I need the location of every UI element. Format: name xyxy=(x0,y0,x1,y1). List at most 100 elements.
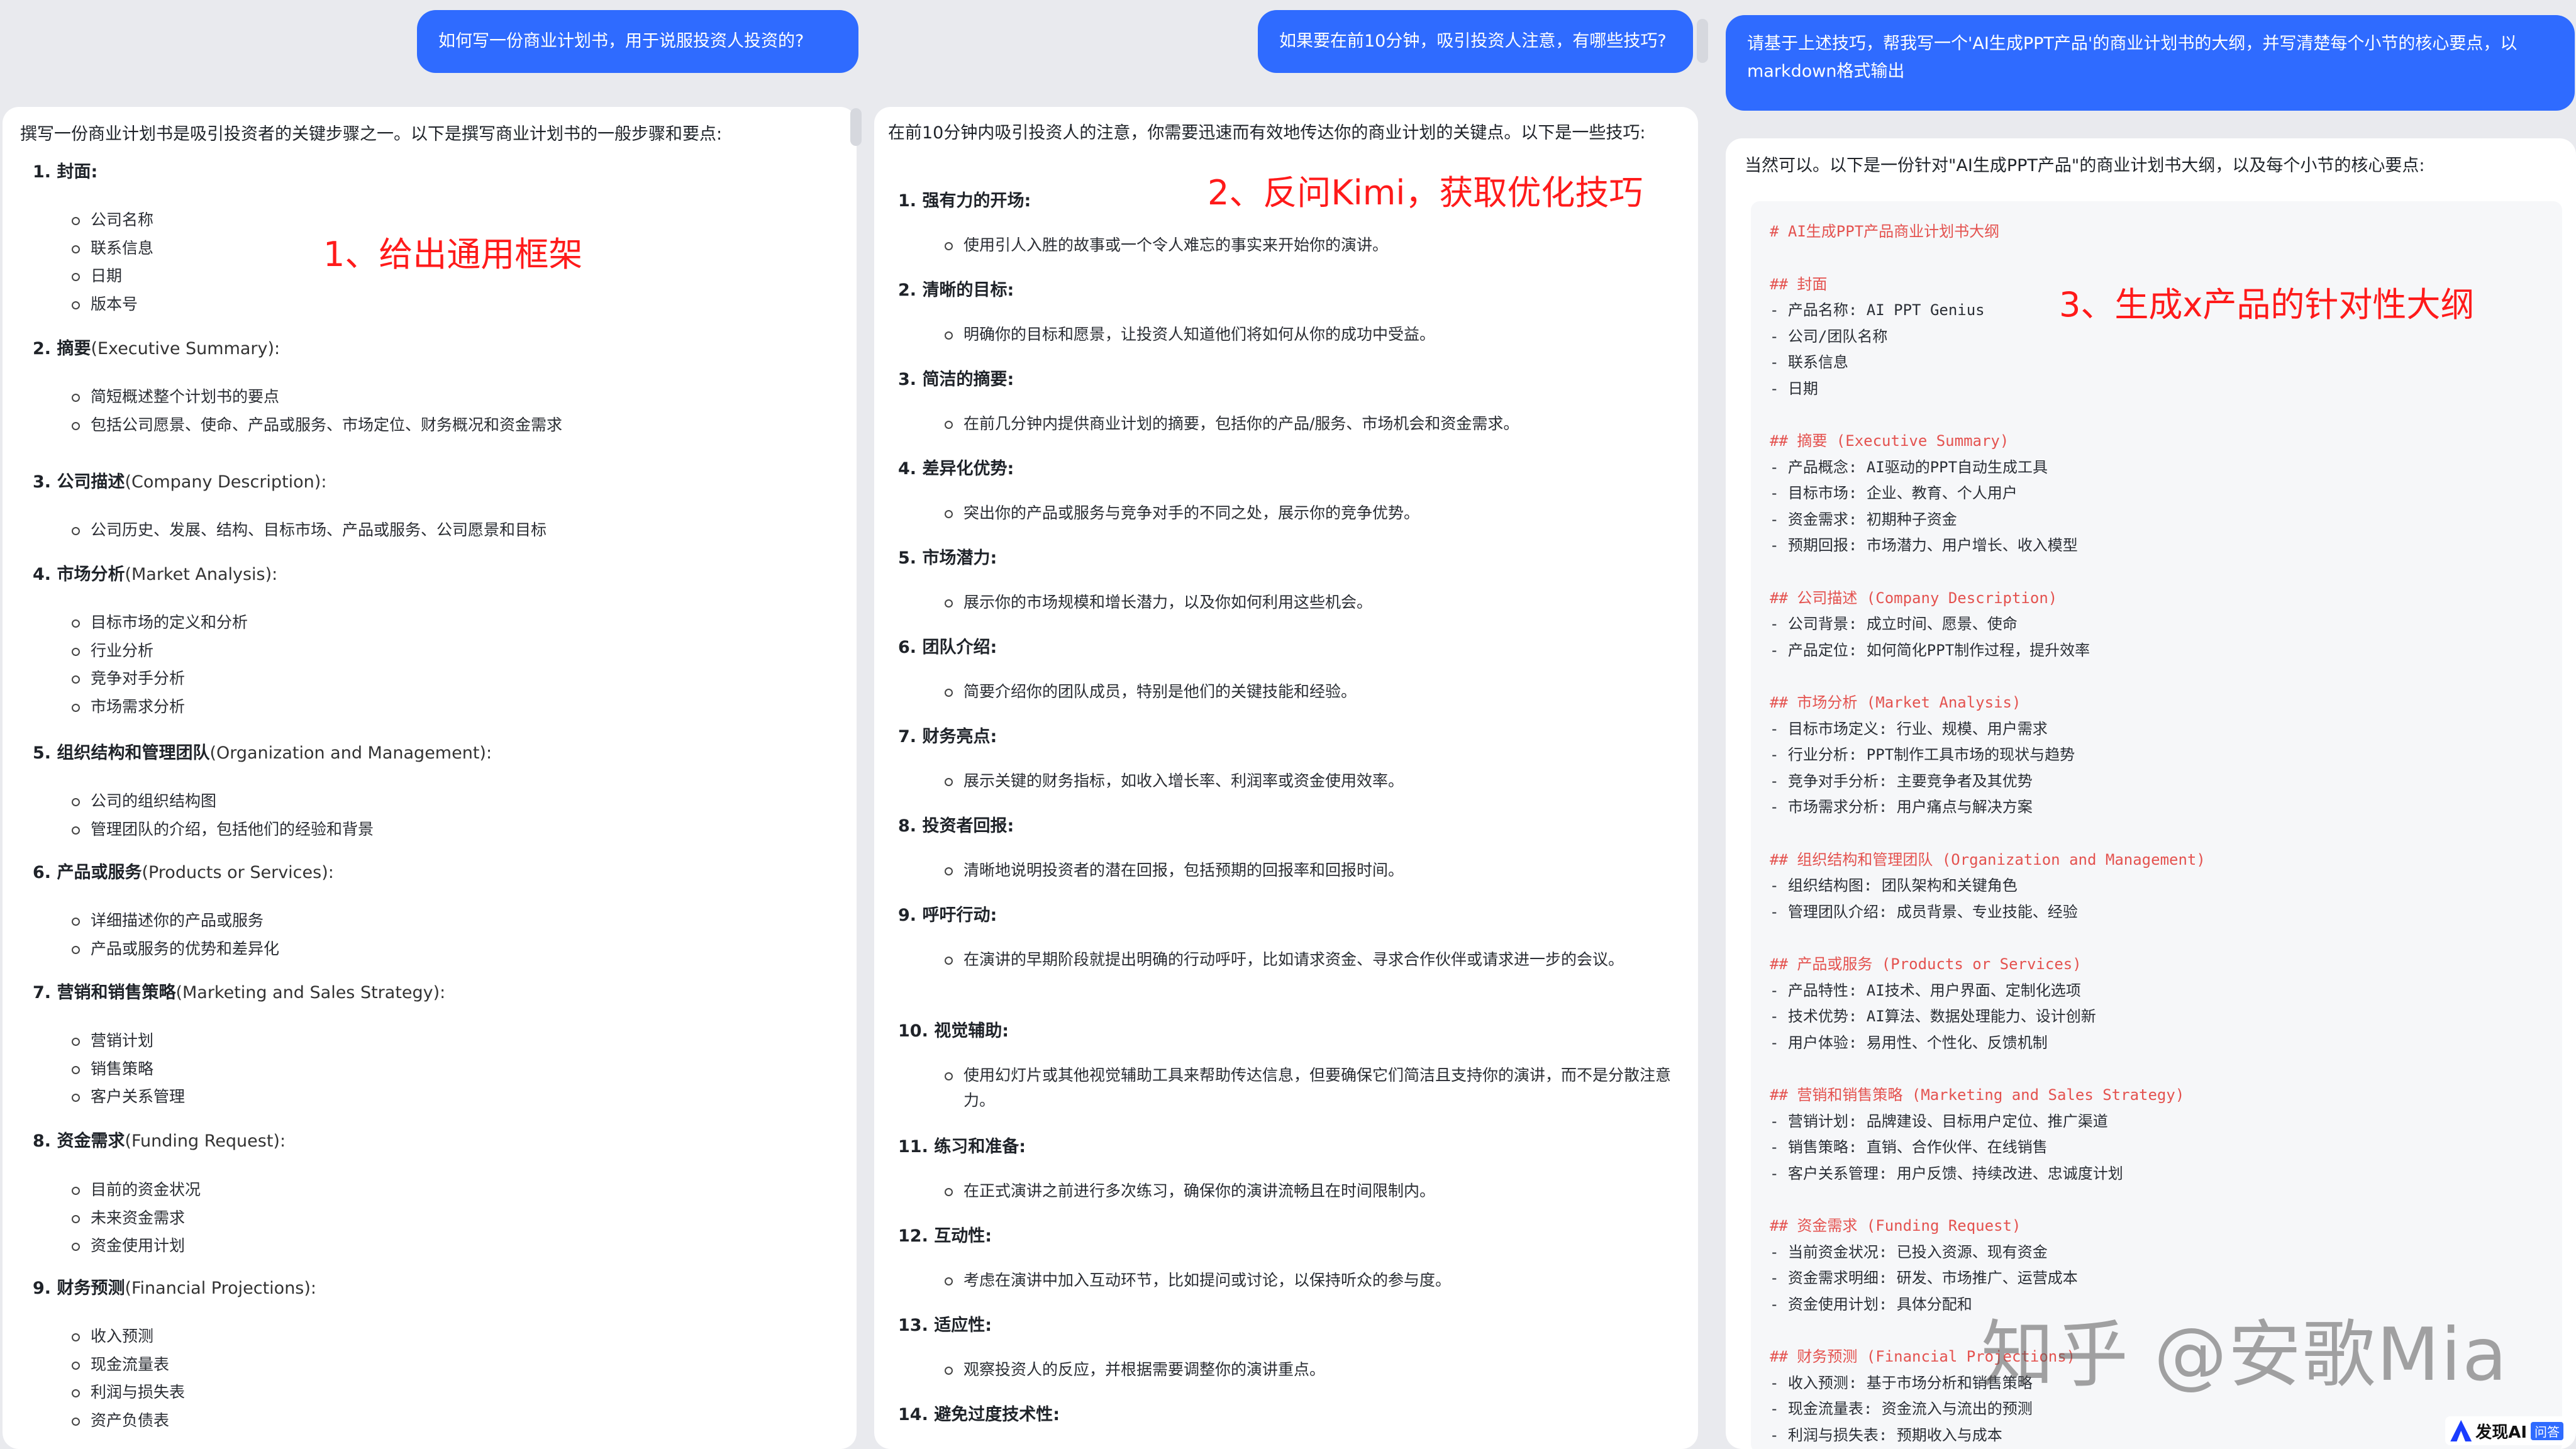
answer-intro: 在前10分钟内吸引投资人的注意，你需要迅速而有效地传达你的商业计划的关键点。以下… xyxy=(888,123,1646,143)
section-heading: 8. 资金需求(Funding Request): xyxy=(33,1129,286,1154)
markdown-list-line: - 销售策略: 直销、合作伙伴、在线销售 xyxy=(1770,1138,2048,1156)
section-title: 7. 营销和销售策略 xyxy=(33,983,176,1002)
list-item: 版本号 xyxy=(71,292,138,317)
list-item: 联系信息 xyxy=(71,236,153,261)
section-heading: 11. 练习和准备: xyxy=(898,1135,1026,1160)
list-item: 资金使用计划 xyxy=(71,1233,185,1258)
user-question-bubble: 如果要在前10分钟，吸引投资人注意，有哪些技巧? xyxy=(1258,10,1693,73)
section-heading: 3. 简洁的摘要: xyxy=(898,367,1014,392)
section-heading: 6. 团队介绍: xyxy=(898,635,997,660)
list-item: 目前的资金状况 xyxy=(71,1177,201,1202)
markdown-heading: ## 市场分析 (Market Analysis) xyxy=(1770,694,2021,711)
markdown-list-line: - 公司背景: 成立时间、愿景、使命 xyxy=(1770,615,2018,633)
section-title: 9. 财务预测 xyxy=(33,1279,125,1298)
list-item: 管理团队的介绍，包括他们的经验和背景 xyxy=(71,817,374,842)
section-title: 6. 产品或服务 xyxy=(33,863,142,882)
section-subtitle: (Marketing and Sales Strategy): xyxy=(175,983,446,1002)
section-heading: 1. 强有力的开场: xyxy=(898,189,1031,214)
list-item: 公司名称 xyxy=(71,208,153,233)
list-item: 使用幻灯片或其他视觉辅助工具来帮助传达信息，但要确保它们简洁且支持你的演讲，而不… xyxy=(945,1063,1680,1113)
section-title: 14. 避免过度技术性: xyxy=(898,1405,1060,1424)
markdown-heading: ## 产品或服务 (Products or Services) xyxy=(1770,955,2082,973)
markdown-list-line: - 产品定位: 如何简化PPT制作过程，提升效率 xyxy=(1770,641,2090,659)
list-item: 简要介绍你的团队成员，特别是他们的关键技能和经验。 xyxy=(945,679,1680,704)
markdown-list-line: - 利润与损失表: 预期收入与成本 xyxy=(1770,1426,2002,1444)
markdown-list-line: - 产品特性: AI技术、用户界面、定制化选项 xyxy=(1770,981,2081,999)
markdown-list-line: - 资金需求明细: 研发、市场推广、运营成本 xyxy=(1770,1269,2078,1287)
section-subtitle: (Organization and Management): xyxy=(209,743,492,763)
markdown-list-line: - 公司/团队名称 xyxy=(1770,327,1888,345)
list-item: 产品或服务的优势和差异化 xyxy=(71,936,279,962)
list-item: 利润与损失表 xyxy=(71,1380,185,1405)
markdown-heading: ## 封面 xyxy=(1770,275,1828,293)
user-question-bubble: 如何写一份商业计划书，用于说服投资人投资的? xyxy=(417,10,858,73)
answer-intro: 当然可以。以下是一份针对"AI生成PPT产品"的商业计划书大纲，以及每个小节的核… xyxy=(1745,156,2425,175)
section-title: 13. 适应性: xyxy=(898,1316,992,1335)
markdown-list-line: - 目标市场定义: 行业、规模、用户需求 xyxy=(1770,719,2048,738)
list-item: 考虑在演讲中加入互动环节，比如提问或讨论，以保持听众的参与度。 xyxy=(945,1268,1680,1293)
section-heading: 5. 市场潜力: xyxy=(898,546,997,571)
chat-column-3: 请基于上述技巧，帮我写一个'AI生成PPT产品'的商业计划书的大纲，并写清楚每个… xyxy=(1716,0,2576,1449)
section-title: 7. 财务亮点: xyxy=(898,727,997,747)
section-title: 5. 市场潜力: xyxy=(898,548,997,568)
scroll-handle[interactable] xyxy=(1697,19,1708,63)
user-question-bubble: 请基于上述技巧，帮我写一个'AI生成PPT产品'的商业计划书的大纲，并写清楚每个… xyxy=(1726,15,2575,111)
section-heading: 4. 差异化优势: xyxy=(898,457,1014,482)
list-item: 突出你的产品或服务与竞争对手的不同之处，展示你的竞争优势。 xyxy=(945,501,1680,526)
section-title: 6. 团队介绍: xyxy=(898,638,997,657)
section-title: 11. 练习和准备: xyxy=(898,1137,1026,1157)
section-subtitle: (Financial Projections): xyxy=(125,1279,317,1298)
section-heading: 9. 呼吁行动: xyxy=(898,903,997,928)
markdown-list-line: - 当前资金状况: 已投入资源、现有资金 xyxy=(1770,1243,2048,1261)
list-item: 清晰地说明投资者的潜在回报，包括预期的回报率和回报时间。 xyxy=(945,858,1680,883)
list-item: 简短概述整个计划书的要点 xyxy=(71,384,279,409)
section-title: 5. 组织结构和管理团队 xyxy=(33,743,210,763)
section-heading: 10. 视觉辅助: xyxy=(898,1019,1009,1044)
list-item: 竞争对手分析 xyxy=(71,666,185,691)
section-heading: 14. 避免过度技术性: xyxy=(898,1402,1060,1428)
scroll-handle[interactable] xyxy=(850,108,862,146)
section-title: 2. 摘要 xyxy=(33,339,91,358)
section-heading: 2. 清晰的目标: xyxy=(898,278,1014,303)
section-title: 8. 投资者回报: xyxy=(898,816,1014,836)
section-subtitle: (Market Analysis): xyxy=(125,565,278,584)
section-heading: 7. 财务亮点: xyxy=(898,724,997,750)
answer-intro: 撰写一份商业计划书是吸引投资者的关键步骤之一。以下是撰写商业计划书的一般步骤和要… xyxy=(20,125,723,144)
section-heading: 8. 投资者回报: xyxy=(898,814,1014,839)
markdown-heading: ## 摘要 (Executive Summary) xyxy=(1770,432,2009,450)
section-subtitle: (Products or Services): xyxy=(142,863,334,882)
markdown-heading: # AI生成PPT产品商业计划书大纲 xyxy=(1770,223,2000,240)
list-item: 公司历史、发展、结构、目标市场、产品或服务、公司愿景和目标 xyxy=(71,518,547,543)
markdown-list-line: - 管理团队介绍: 成员背景、专业技能、经验 xyxy=(1770,902,2078,921)
logo-text: 发现AI xyxy=(2475,1423,2527,1442)
site-logo: 发现AI 问答 xyxy=(2445,1416,2568,1445)
markdown-list-line: - 市场需求分析: 用户痛点与解决方案 xyxy=(1770,798,2033,816)
section-title: 8. 资金需求 xyxy=(33,1131,125,1151)
section-title: 2. 清晰的目标: xyxy=(898,280,1014,300)
markdown-list-line: - 营销计划: 品牌建设、目标用户定位、推广渠道 xyxy=(1770,1112,2108,1130)
markdown-list-line: - 用户体验: 易用性、个性化、反馈机制 xyxy=(1770,1033,2048,1052)
list-item: 明确你的目标和愿景，让投资人知道他们将如何从你的成功中受益。 xyxy=(945,322,1680,347)
section-title: 1. 强有力的开场: xyxy=(898,191,1031,211)
markdown-list-line: - 资金需求: 初期种子资金 xyxy=(1770,510,1957,528)
annotation-label: 1、给出通用框架 xyxy=(323,235,583,274)
section-title: 4. 差异化优势: xyxy=(898,459,1014,479)
markdown-list-line: - 预期回报: 市场潜力、用户增长、收入模型 xyxy=(1770,536,2078,554)
section-title: 12. 互动性: xyxy=(898,1226,992,1246)
markdown-list-line: - 联系信息 xyxy=(1770,353,1848,371)
list-item: 目标市场的定义和分析 xyxy=(71,610,248,635)
list-item: 客户关系管理 xyxy=(71,1084,185,1109)
list-item: 公司的组织结构图 xyxy=(71,789,216,814)
section-heading: 3. 公司描述(Company Description): xyxy=(33,470,326,495)
annotation-label: 2、反问Kimi，获取优化技巧 xyxy=(1208,173,1643,213)
chat-column-1: 如何写一份商业计划书，用于说服投资人投资的? 撰写一份商业计划书是吸引投资者的关… xyxy=(0,0,863,1449)
markdown-list-line: - 产品名称: AI PPT Genius xyxy=(1770,301,1985,319)
markdown-list-line: - 组织结构图: 团队架构和关键角色 xyxy=(1770,877,2018,894)
logo-mark-icon xyxy=(2450,1420,2472,1441)
section-title: 4. 市场分析 xyxy=(33,565,125,584)
annotation-label: 3、生成x产品的针对性大纲 xyxy=(2059,285,2475,325)
markdown-list-line: - 竞争对手分析: 主要竞争者及其优势 xyxy=(1770,772,2033,790)
section-heading: 12. 互动性: xyxy=(898,1224,992,1249)
markdown-list-line: - 目标市场: 企业、教育、个人用户 xyxy=(1770,484,2018,502)
assistant-answer-panel: 当然可以。以下是一份针对"AI生成PPT产品"的商业计划书大纲，以及每个小节的核… xyxy=(1726,138,2576,1449)
